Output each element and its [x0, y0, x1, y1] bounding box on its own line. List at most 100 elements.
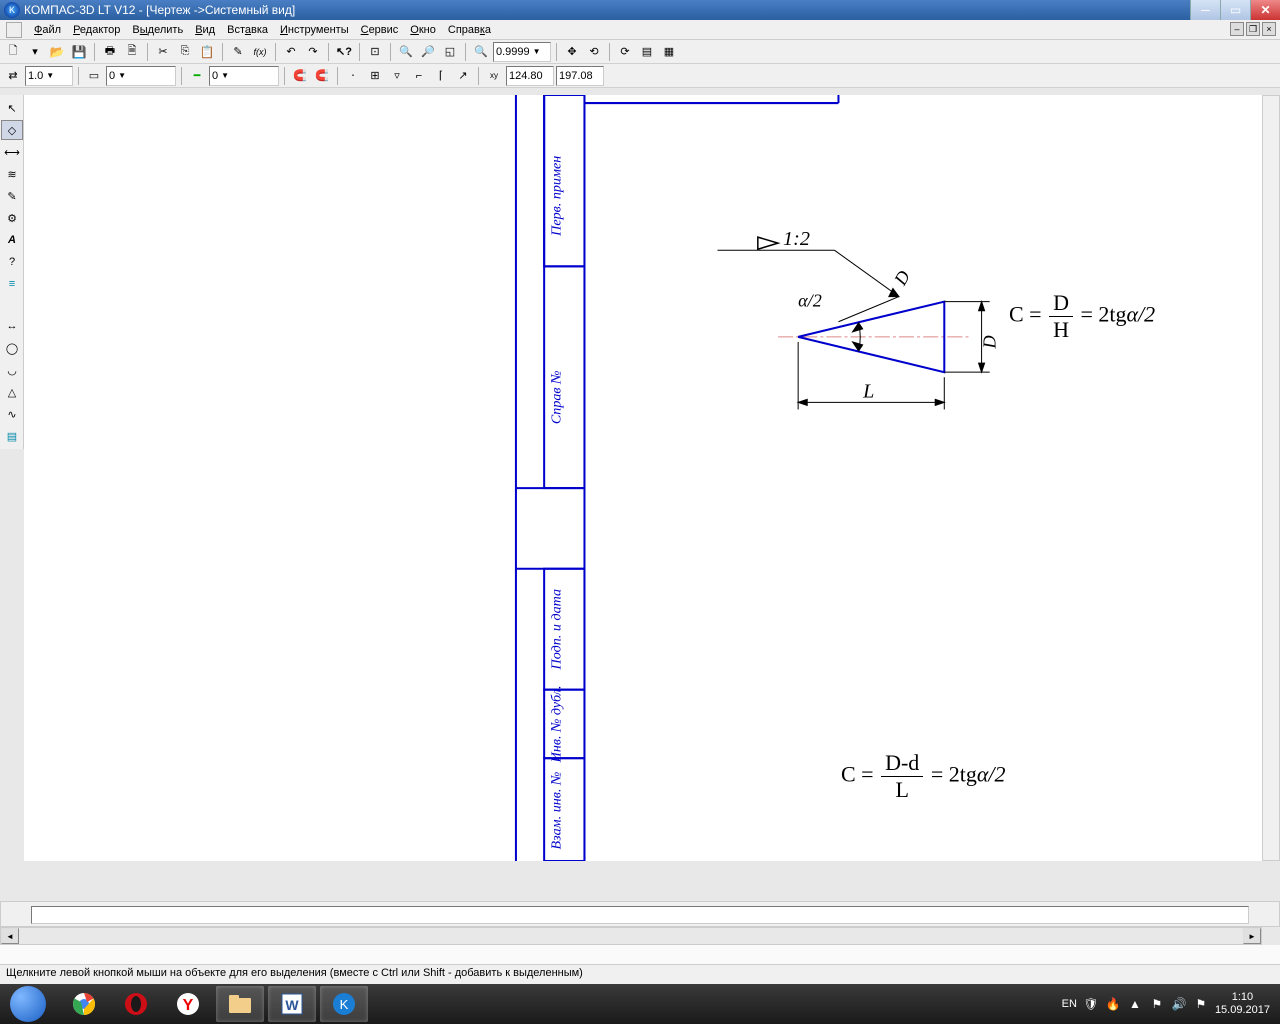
vt-param-button[interactable]: ⚙ — [1, 208, 23, 228]
close-button[interactable]: ✕ — [1250, 0, 1280, 20]
vt-geometry-button[interactable]: ◇ — [1, 120, 23, 140]
vt-designations-button[interactable]: ≋ — [1, 164, 23, 184]
minimize-button[interactable]: ─ — [1190, 0, 1220, 20]
coord-x-field[interactable]: 124.80 — [506, 66, 554, 86]
kompas-icon[interactable]: K — [320, 986, 368, 1022]
blank-strip — [0, 945, 1280, 964]
grid-button[interactable]: ⊞ — [365, 66, 385, 86]
vt-polygon-button[interactable]: △ — [1, 382, 23, 402]
new-dropdown[interactable]: ▾ — [25, 42, 45, 62]
tray-lang[interactable]: EN — [1062, 998, 1077, 1010]
opera-icon[interactable] — [112, 986, 160, 1022]
vt-measure-button[interactable]: ? — [1, 252, 23, 272]
preview-button[interactable]: 🗎 — [122, 42, 142, 62]
print-button[interactable] — [100, 42, 120, 62]
mdi-restore-button[interactable]: ❐ — [1246, 22, 1260, 36]
paste-button[interactable] — [197, 42, 217, 62]
yandex-icon[interactable]: Y — [164, 986, 212, 1022]
status-text: Щелкните левой кнопкой мыши на объекте д… — [6, 967, 583, 979]
vt-arc-button[interactable]: ◡ — [1, 360, 23, 380]
window-layout2-button[interactable]: ▦ — [659, 42, 679, 62]
copy-button[interactable] — [175, 42, 195, 62]
chrome-icon[interactable] — [60, 986, 108, 1022]
zoom-window-button[interactable]: ⊡ — [365, 42, 385, 62]
variables-button[interactable]: f(x) — [250, 42, 270, 62]
snap1-icon[interactable]: ⋅ — [343, 66, 363, 86]
tray-volume-icon[interactable]: 🔊 — [1171, 996, 1187, 1012]
cut-button[interactable] — [153, 42, 173, 62]
new-button[interactable] — [3, 42, 23, 62]
tray-shield-icon[interactable]: 🛡 — [1083, 996, 1099, 1012]
menu-window[interactable]: Окно — [404, 22, 442, 38]
ortho-button[interactable]: ⌐ — [409, 66, 429, 86]
pan-button[interactable]: ✥ — [562, 42, 582, 62]
snap-toggle-button[interactable]: 🧲 — [290, 66, 310, 86]
side-label-3: Подп. и дата — [548, 589, 564, 671]
state-button[interactable]: ▭ — [84, 66, 104, 86]
scroll-left-button[interactable]: ◄ — [1, 928, 19, 944]
tray-flag-icon[interactable]: ⚑ — [1149, 996, 1165, 1012]
help-arrow-button[interactable]: ↖? — [334, 42, 354, 62]
side-label-1: Перв. примен — [548, 156, 564, 237]
menu-select[interactable]: Выделить — [126, 22, 189, 38]
coord-y-field[interactable]: 197.08 — [556, 66, 604, 86]
vt-assoc-button[interactable]: ≡ — [1, 274, 23, 294]
vt-dimensions-button[interactable]: ⟷ — [1, 142, 23, 162]
vt-spline-button[interactable]: ∿ — [1, 404, 23, 424]
undo-button[interactable] — [281, 42, 301, 62]
layer-combo[interactable]: 0▼ — [209, 66, 279, 86]
vt-cursor-button[interactable]: ↖ — [1, 98, 23, 118]
menu-insert[interactable]: Вставка — [221, 22, 274, 38]
tray-burn-icon[interactable]: 🔥 — [1105, 996, 1121, 1012]
vt-line-button[interactable]: ↔ — [1, 316, 23, 336]
coord-xy-icon: xy — [484, 66, 504, 86]
mdi-close-button[interactable]: × — [1262, 22, 1276, 36]
properties-button[interactable]: ✎ — [228, 42, 248, 62]
vt-edit-button[interactable]: ✎ — [1, 186, 23, 206]
layer-vis-icon[interactable]: ━ — [187, 66, 207, 86]
property-panel — [0, 901, 1280, 927]
param-button[interactable]: ▿ — [387, 66, 407, 86]
mdi-doc-icon[interactable] — [6, 22, 22, 38]
menu-service[interactable]: Сервис — [355, 22, 405, 38]
zoom-prev-button[interactable]: ⟲ — [584, 42, 604, 62]
zoom-fit-button[interactable]: ◱ — [440, 42, 460, 62]
zoom-combo[interactable]: 0.9999▼ — [493, 42, 551, 62]
redo-button[interactable] — [303, 42, 323, 62]
mdi-minimize-button[interactable]: – — [1230, 22, 1244, 36]
start-button[interactable] — [0, 984, 56, 1024]
vt-circle-button[interactable]: ◯ — [1, 338, 23, 358]
step-combo[interactable]: 1.0▼ — [25, 66, 73, 86]
tray-up-icon[interactable]: ▲ — [1127, 996, 1143, 1012]
state-combo[interactable]: 0▼ — [106, 66, 176, 86]
menu-view[interactable]: Вид — [189, 22, 221, 38]
drawing-canvas[interactable]: Перв. примен Справ № Подп. и дата Инв. №… — [24, 95, 1280, 861]
title-bar: K КОМПАС-3D LT V12 - [Чертеж ->Системный… — [0, 0, 1280, 20]
property-input[interactable] — [31, 906, 1249, 924]
maximize-button[interactable]: ▭ — [1220, 0, 1250, 20]
scroll-right-button[interactable]: ► — [1243, 928, 1261, 944]
vt-text-button[interactable]: A — [1, 230, 23, 250]
vt-hatch-button[interactable]: ▤ — [1, 426, 23, 446]
menu-tools[interactable]: Инструменты — [274, 22, 355, 38]
scrollbar-vertical[interactable] — [1262, 95, 1280, 861]
menu-help[interactable]: Справка — [442, 22, 497, 38]
menu-file[interactable]: Файл — [28, 22, 67, 38]
tray-net-icon[interactable]: ⚑ — [1193, 996, 1209, 1012]
open-button[interactable] — [47, 42, 67, 62]
tray-clock[interactable]: 1:10 15.09.2017 — [1215, 991, 1270, 1017]
lcs-button[interactable]: ↗ — [453, 66, 473, 86]
snap-settings-button[interactable]: 🧲 — [312, 66, 332, 86]
scrollbar-horizontal[interactable]: ◄ ► — [0, 927, 1262, 945]
window-layout-button[interactable]: ▤ — [637, 42, 657, 62]
menu-edit[interactable]: Редактор — [67, 22, 126, 38]
round-button[interactable]: ⌈ — [431, 66, 451, 86]
explorer-icon[interactable] — [216, 986, 264, 1022]
save-button[interactable] — [69, 42, 89, 62]
word-icon[interactable]: W — [268, 986, 316, 1022]
refresh-button[interactable]: ⟳ — [615, 42, 635, 62]
zoom-scale-button[interactable]: 🔍 — [471, 42, 491, 62]
zoom-in-button[interactable] — [396, 42, 416, 62]
step-button[interactable]: ⇄ — [3, 66, 23, 86]
zoom-out-button[interactable] — [418, 42, 438, 62]
